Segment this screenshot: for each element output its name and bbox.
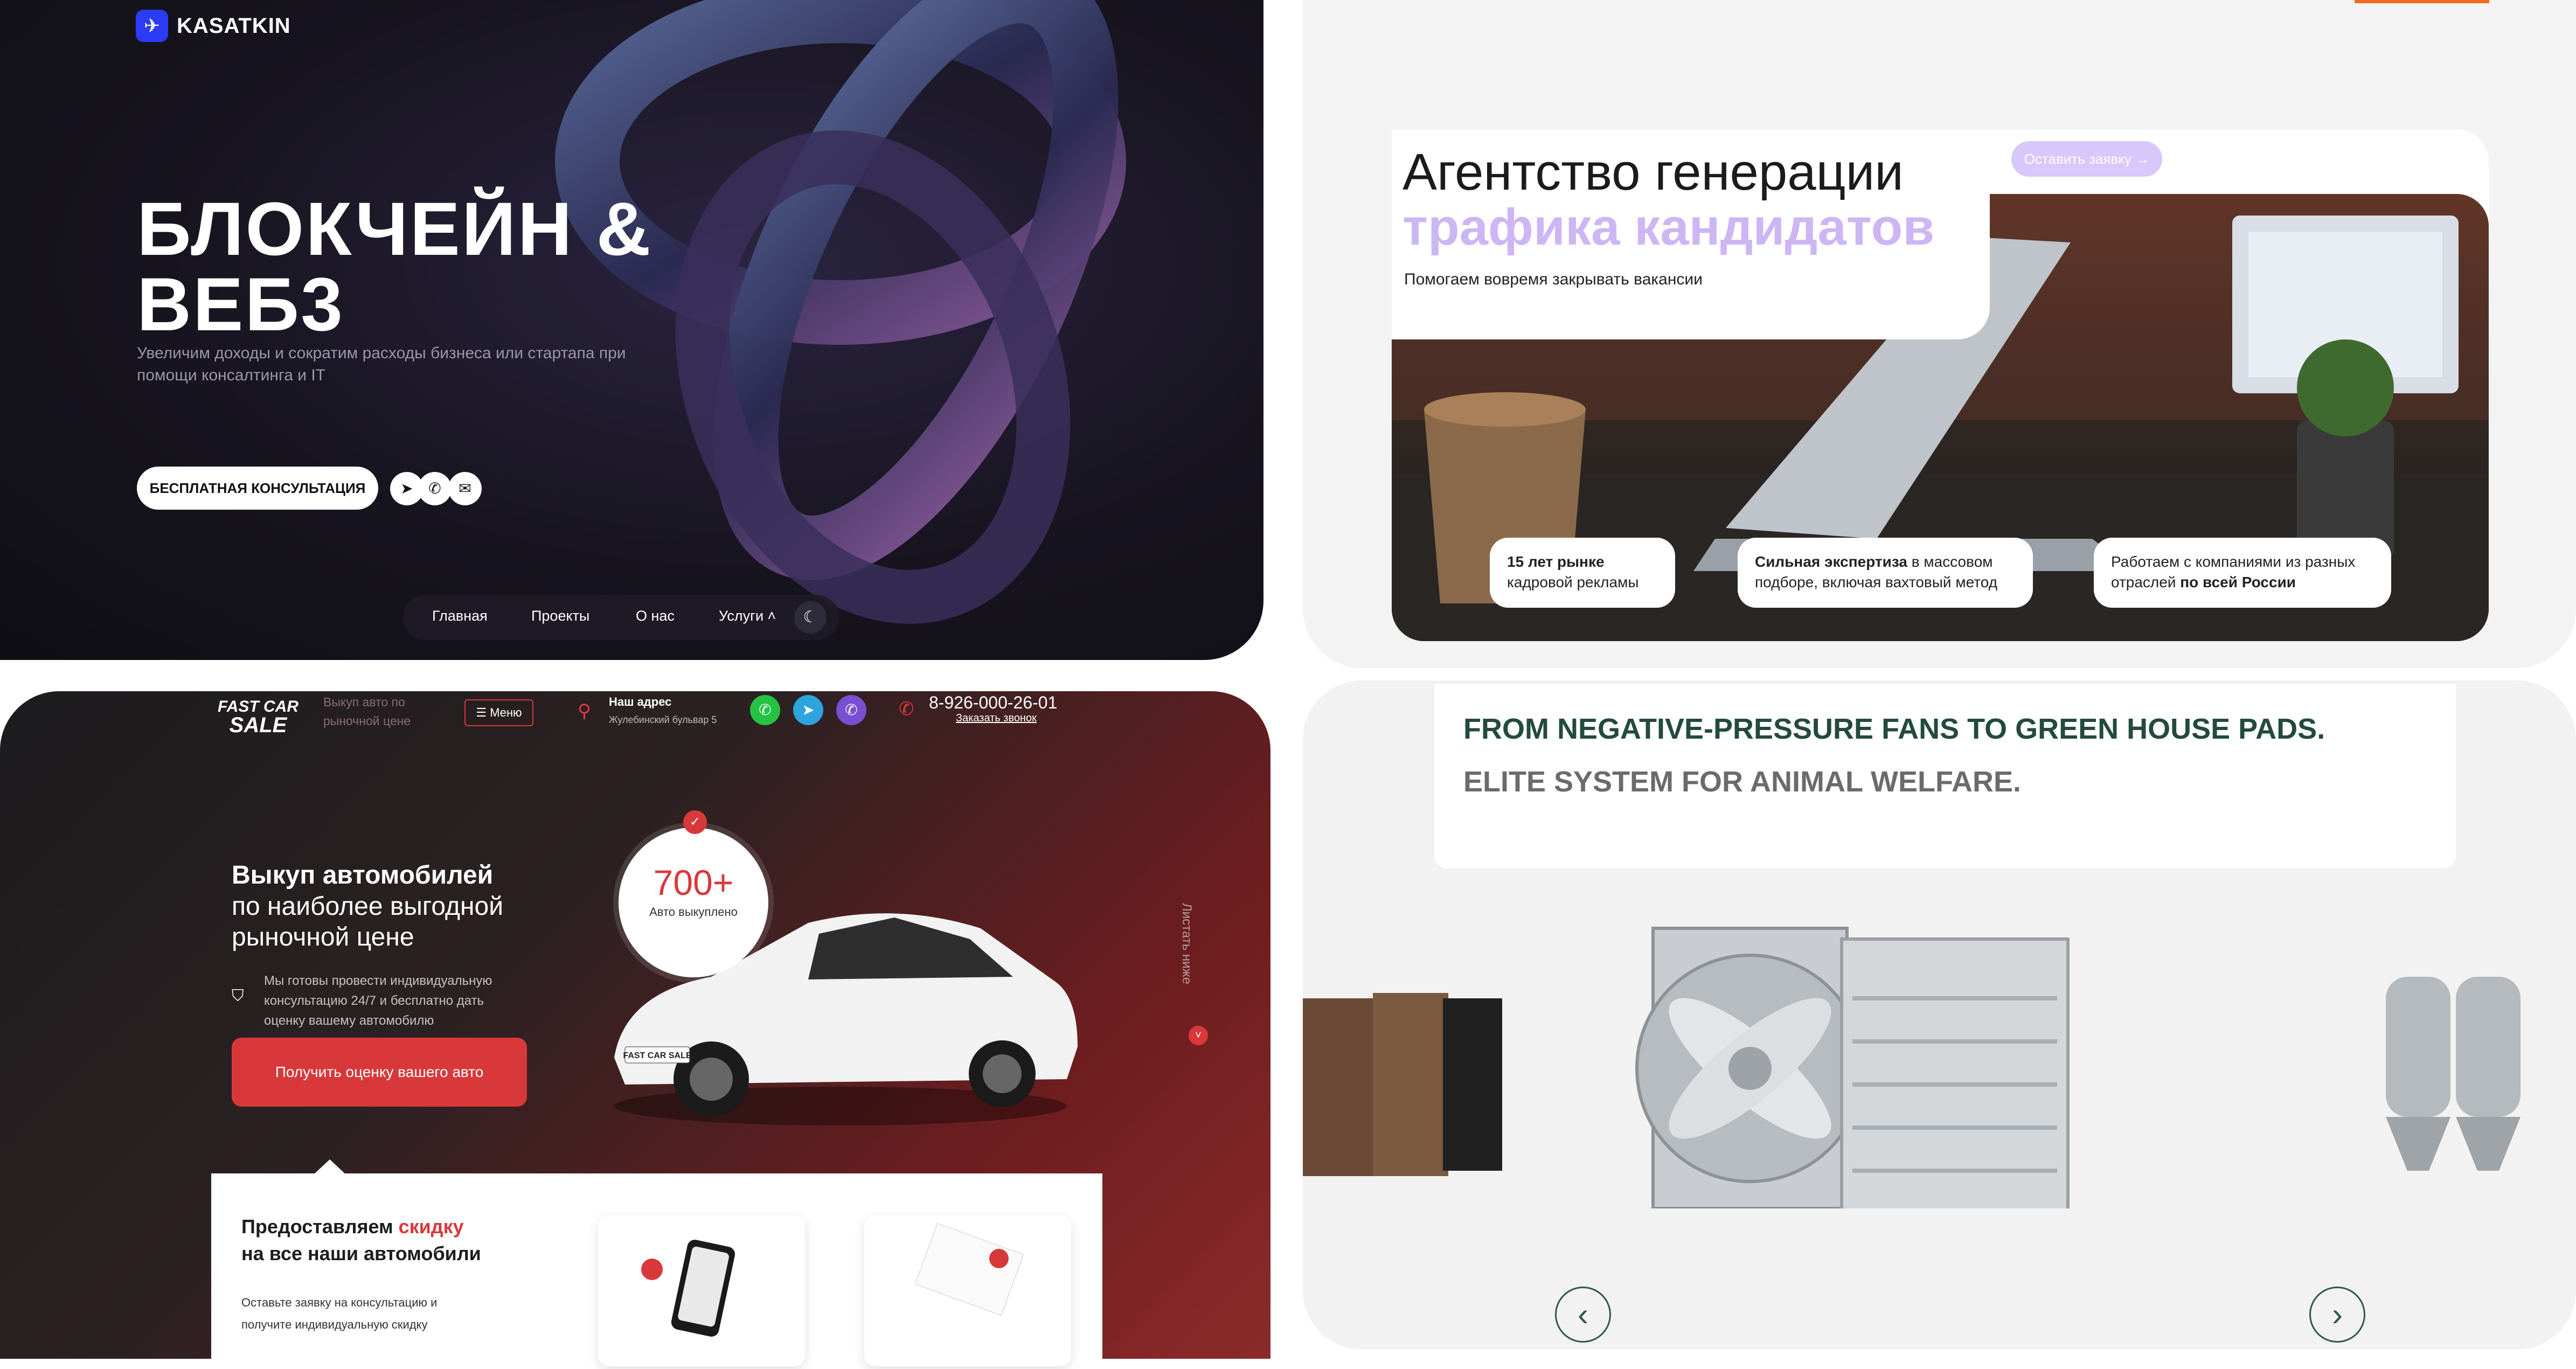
hero-title: БЛОКЧЕЙН & ВЕБ3 (137, 191, 730, 342)
phone-icon: ✆ (899, 699, 914, 719)
offer-heading-accent: скидку (398, 1215, 464, 1238)
nav-item-home[interactable]: Главная (432, 608, 488, 624)
chevron-up-icon: ˄ (767, 608, 776, 624)
leave-request-button[interactable]: Оставить заявку → (2011, 141, 2162, 177)
hero-title-line1: БЛОКЧЕЙН & (137, 186, 652, 271)
check-badge-icon: ✓ (683, 810, 707, 834)
address-value: Жулебинский бульвар 5 (609, 714, 717, 725)
headline-subtitle: Помогаем вовремя закрывать вакансии (1404, 270, 1703, 288)
stat-card: Работаем с компаниями из разных отраслей… (2094, 538, 2391, 608)
hero-heading-rest: по наиболее выгодной рыночной цене (232, 892, 504, 952)
chevron-down-icon[interactable]: ˅ (1189, 1026, 1208, 1045)
chevron-left-icon[interactable]: ‹ (1555, 1287, 1611, 1343)
get-estimate-button[interactable]: Получить оценку вашего авто (232, 1038, 527, 1107)
headline-line1: FROM NEGATIVE-PRESSURE FANS TO GREEN HOU… (1463, 713, 2325, 745)
offer-heading-pre: Предоставляем (241, 1215, 399, 1238)
scroll-down-label: Листать ниже (1179, 903, 1194, 984)
offer-text: Оставьте заявку на консультацию и получи… (241, 1296, 438, 1331)
panel-blockchain-site: ✈ KASATKIN БЛОКЧЕЙН & ВЕБ3 Увеличим дохо… (0, 0, 1263, 660)
stat-bold: по всей России (2180, 573, 2296, 590)
free-consultation-button[interactable]: БЕСПЛАТНАЯ КОНСУЛЬТАЦИЯ (137, 467, 378, 510)
document-icon (914, 1222, 1024, 1316)
stat-card: 15 лет рынке кадровой рекламы (1490, 538, 1675, 608)
whatsapp-icon[interactable]: ✆ (418, 472, 452, 505)
hero-title-line2: ВЕБ3 (137, 262, 344, 346)
section-notch (314, 1159, 346, 1175)
stat-card: Сильная экспертиза в массовом подборе, в… (1738, 538, 2033, 608)
equipment-illustration (1303, 927, 2521, 1208)
logo-line1: FAST CAR (218, 698, 298, 715)
nav-item-services[interactable]: Услуги ˄ (719, 608, 776, 624)
header-tagline: Выкуп авто по рыночной цене (323, 695, 411, 728)
hero-text: Мы готовы провести индивидуальную консул… (264, 974, 492, 1029)
brand-name[interactable]: KASATKIN (177, 14, 291, 38)
headline-line2: трафика кандидатов (1402, 198, 1935, 256)
nav-item-services-label: Услуги (719, 608, 764, 624)
moon-icon[interactable]: ☾ (794, 601, 827, 634)
fast-car-sale-logo[interactable]: FAST CAR SALE (218, 698, 298, 737)
mail-icon[interactable]: ✉ (448, 472, 482, 505)
stat-text: кадровой рекламы (1507, 573, 1639, 590)
license-plate-text: FAST CAR SALE (623, 1051, 691, 1060)
hero-subtitle: Увеличим доходы и сократим расходы бизне… (137, 344, 626, 384)
chevron-right-icon[interactable]: › (2309, 1287, 2365, 1343)
hamburger-icon: ☰ (476, 706, 487, 719)
stat-bold: 15 лет рынке (1507, 553, 1605, 570)
address-label: Наш адрес (609, 695, 672, 708)
location-pin-icon: ⚲ (578, 701, 591, 721)
viber-icon[interactable]: ✆ (836, 695, 866, 725)
telegram-icon[interactable]: ➤ (793, 695, 823, 725)
smartphone-icon (641, 1240, 735, 1337)
logo-line2: SALE (229, 713, 287, 737)
whatsapp-icon[interactable]: ✆ (750, 695, 780, 725)
hero-heading-bold: Выкуп автомобилей (232, 861, 494, 889)
counter-label: Авто выкуплено (649, 905, 738, 919)
counter-value: 700+ (653, 863, 734, 902)
top-accent-bar (2355, 0, 2489, 3)
offer-heading-line2: на все наши автомобили (241, 1242, 481, 1265)
menu-button[interactable]: ☰ Меню (464, 699, 533, 726)
shield-icon: ⛉ (232, 987, 244, 1005)
phone-card (598, 1215, 805, 1366)
headline-line2: ELITE SYSTEM FOR ANIMAL WELFARE. (1463, 766, 2022, 798)
offer-heading: Предоставляем скидку на все наши автомоб… (241, 1213, 481, 1268)
stat-bold: Сильная экспертиза (1755, 553, 1907, 570)
phone-number[interactable]: 8-926-000-26-01 (929, 693, 1057, 713)
hero-heading: Выкуп автомобилей по наиболее выгодной р… (232, 860, 566, 953)
nav-item-about[interactable]: О нас (636, 608, 675, 624)
document-card (864, 1215, 1071, 1366)
menu-label: Меню (490, 706, 522, 719)
headline-line1: Агентство генерации (1402, 143, 1904, 201)
callback-link[interactable]: Заказать звонок (956, 712, 1037, 725)
bird-logo-icon[interactable]: ✈ (136, 10, 168, 42)
nav-item-projects[interactable]: Проекты (531, 608, 589, 624)
